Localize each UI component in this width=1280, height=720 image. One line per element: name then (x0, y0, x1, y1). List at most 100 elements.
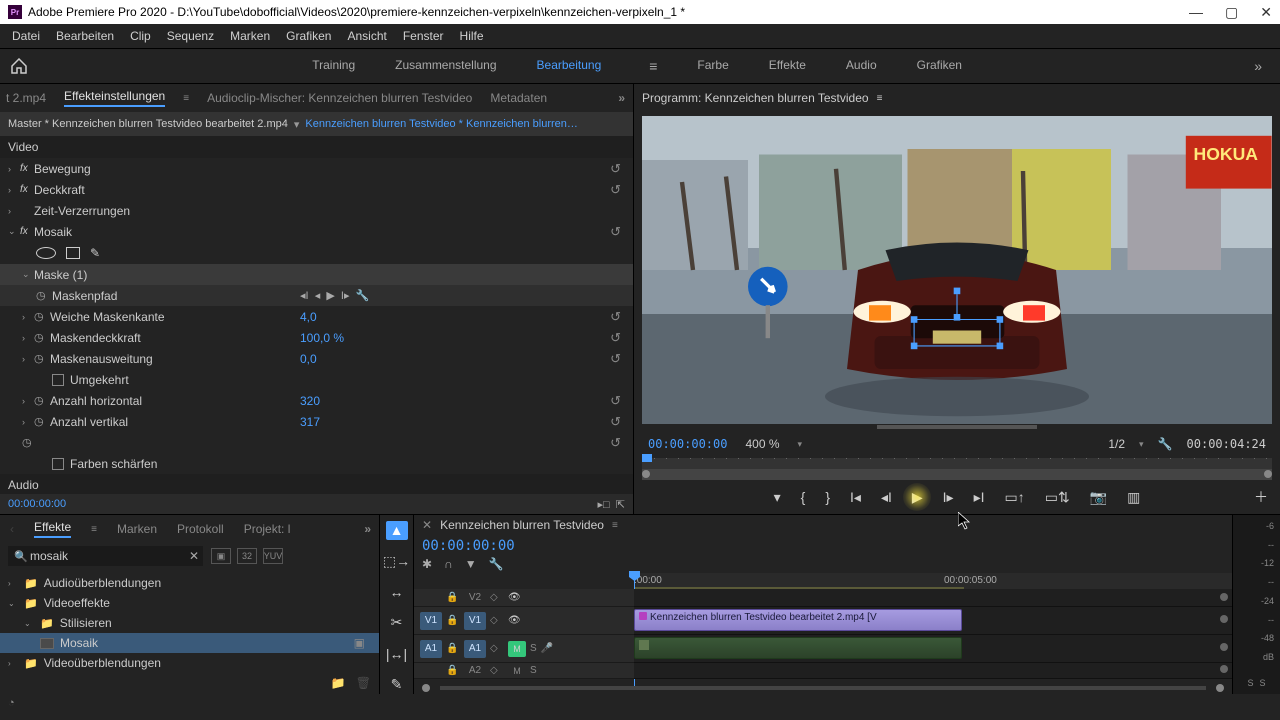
breadcrumb-caret-icon[interactable]: ▾ (294, 118, 300, 131)
workspace-menu-icon[interactable]: ≡ (649, 58, 657, 74)
new-bin-icon[interactable]: 📁 (331, 676, 346, 690)
menu-help[interactable]: Hilfe (452, 25, 492, 47)
clear-search-button[interactable]: ✕ (189, 549, 199, 563)
reset-icon[interactable]: ↺ (610, 351, 621, 367)
mark-in-button[interactable]: { (801, 489, 806, 505)
track-target-v2[interactable]: V2 (464, 589, 486, 607)
audio-clip[interactable] (634, 637, 962, 659)
panel-menu-icon[interactable]: ≡ (91, 524, 97, 535)
32bit-badge-icon[interactable]: 32 (237, 548, 257, 564)
monitor-scrollbar[interactable] (877, 425, 1037, 429)
folder-video-effects[interactable]: Videoeffekte (44, 596, 110, 610)
step-forward-button[interactable]: I▸ (943, 489, 954, 506)
reset-icon[interactable]: ↺ (610, 161, 621, 177)
reset-icon[interactable]: ↺ (610, 330, 621, 346)
mask-ellipse-tool[interactable] (36, 247, 56, 259)
zoom-dropdown-icon[interactable]: ▾ (798, 439, 803, 450)
reset-icon[interactable]: ↺ (610, 393, 621, 409)
folder-stylize[interactable]: Stilisieren (60, 616, 112, 630)
go-to-in-button[interactable]: I◂ (850, 489, 861, 506)
track-target-v1[interactable]: V1 (464, 612, 486, 630)
program-time-ruler[interactable] (642, 458, 1272, 480)
lock-track-icon[interactable]: 🔒 (446, 643, 460, 654)
tab-project[interactable]: Projekt: l (244, 522, 291, 536)
menu-edit[interactable]: Bearbeiten (48, 25, 122, 47)
tab-audio-clip-mixer[interactable]: Audioclip-Mischer: Kennzeichen blurren T… (207, 91, 472, 105)
delete-icon[interactable]: 🗑 (356, 676, 371, 690)
reset-icon[interactable]: ↺ (610, 182, 621, 198)
reset-icon[interactable]: ↺ (610, 309, 621, 325)
mosaic-sharpen-checkbox[interactable] (52, 458, 64, 470)
mask-expansion-value[interactable]: 0,0 (300, 352, 317, 366)
breadcrumb-sequence[interactable]: Kennzeichen blurren Testvideo * Kennzeic… (305, 118, 578, 130)
workspace-audio[interactable]: Audio (846, 58, 877, 74)
source-patch-v1[interactable]: V1 (420, 612, 442, 630)
program-monitor-viewport[interactable]: HOKUA (642, 116, 1272, 424)
effects-search-input[interactable] (8, 546, 203, 566)
ec-timecode[interactable]: 00:00:00:00 (8, 498, 66, 510)
ruler-scroll-right[interactable] (1264, 470, 1272, 478)
zoom-handle-left[interactable] (422, 684, 430, 692)
program-zoom-value[interactable]: 400 % (745, 437, 779, 451)
mask-feather-value[interactable]: 4,0 (300, 310, 317, 324)
razor-tool[interactable]: ✂ (386, 613, 408, 632)
mark-out-button[interactable]: } (825, 489, 830, 505)
mask-track-controls[interactable]: ◂I ◂ ▶ I▸ 🔧 (300, 289, 369, 302)
program-current-timecode[interactable]: 00:00:00:00 (648, 437, 727, 451)
step-back-button[interactable]: ◂I (881, 489, 892, 506)
mask-opacity-value[interactable]: 100,0 % (300, 331, 344, 345)
track-select-tool[interactable]: ⬚→ (386, 552, 408, 571)
fx-mosaic[interactable]: Mosaik (34, 225, 72, 239)
timeline-settings-icon[interactable]: 🔧 (489, 557, 504, 571)
tabs-overflow-icon[interactable]: » (618, 91, 625, 105)
zoom-scrollbar[interactable] (440, 686, 1206, 690)
comparison-view-button[interactable]: ▥ (1127, 489, 1140, 506)
workspace-overflow-icon[interactable]: » (1244, 58, 1272, 74)
menu-window[interactable]: Fenster (395, 25, 452, 47)
workspace-editing[interactable]: Bearbeitung (537, 58, 602, 74)
mask-title[interactable]: Maske (1) (34, 268, 87, 282)
scale-dropdown-icon[interactable]: ▾ (1139, 439, 1144, 450)
linked-selection-icon[interactable]: ∩ (444, 557, 453, 571)
yuv-badge-icon[interactable]: YUV (263, 548, 283, 564)
ruler-scroll-left[interactable] (642, 470, 650, 478)
tab-history[interactable]: Protokoll (177, 522, 224, 536)
accelerated-badge-icon[interactable]: ▣ (211, 548, 231, 564)
ec-view-icons[interactable]: ▸□ ⇱ (598, 498, 626, 511)
panel-menu-icon[interactable]: ≡ (612, 520, 618, 531)
fx-motion[interactable]: Bewegung (34, 162, 91, 176)
tab-source-clip[interactable]: t 2.mp4 (6, 91, 46, 105)
tab-metadata[interactable]: Metadaten (490, 91, 547, 105)
program-scale-value[interactable]: 1/2 (1108, 437, 1125, 451)
menu-graphics[interactable]: Grafiken (278, 25, 339, 47)
fx-opacity[interactable]: Deckkraft (34, 183, 85, 197)
track-target-a2[interactable]: A2 (464, 662, 486, 680)
add-marker-button[interactable]: ▾ (774, 489, 781, 506)
tab-effects[interactable]: Effekte (34, 520, 71, 538)
panel-menu-icon[interactable]: ≡ (877, 93, 883, 104)
source-patch-a1[interactable]: A1 (420, 640, 442, 658)
menu-clip[interactable]: Clip (122, 25, 159, 47)
timeline-clips-area[interactable]: Kennzeichen blurren Testvideo bearbeitet… (634, 589, 1232, 679)
home-button[interactable] (8, 55, 30, 77)
fx-timeremap[interactable]: Zeit-Verzerrungen (34, 204, 130, 218)
voiceover-record-icon[interactable]: 🎤 (541, 643, 553, 654)
mask-rect-tool[interactable] (66, 247, 80, 259)
menu-view[interactable]: Ansicht (339, 25, 394, 47)
folder-audio-transitions[interactable]: Audioüberblendungen (44, 576, 161, 590)
timeline-ruler[interactable]: :00:00 00:00:05:00 (634, 573, 1232, 589)
reset-icon[interactable]: ↺ (610, 224, 621, 240)
solo-left-button[interactable]: S (1247, 678, 1253, 688)
extract-button[interactable]: ▭⇅ (1045, 489, 1070, 506)
mask-pen-tool[interactable]: ✎ (90, 246, 100, 260)
tab-hidden-left[interactable]: ‹ (10, 522, 14, 536)
mask-inverted-checkbox[interactable] (52, 374, 64, 386)
mosaic-vcount-value[interactable]: 317 (300, 415, 320, 429)
video-clip[interactable]: Kennzeichen blurren Testvideo bearbeitet… (634, 609, 962, 631)
menu-sequence[interactable]: Sequenz (159, 25, 222, 47)
wrench-icon[interactable]: 🔧 (1158, 437, 1173, 451)
menu-file[interactable]: Datei (4, 25, 48, 47)
sequence-title[interactable]: Kennzeichen blurren Testvideo (440, 518, 604, 532)
toggle-track-output[interactable]: 👁 (508, 592, 521, 603)
workspace-graphics[interactable]: Grafiken (917, 58, 962, 74)
